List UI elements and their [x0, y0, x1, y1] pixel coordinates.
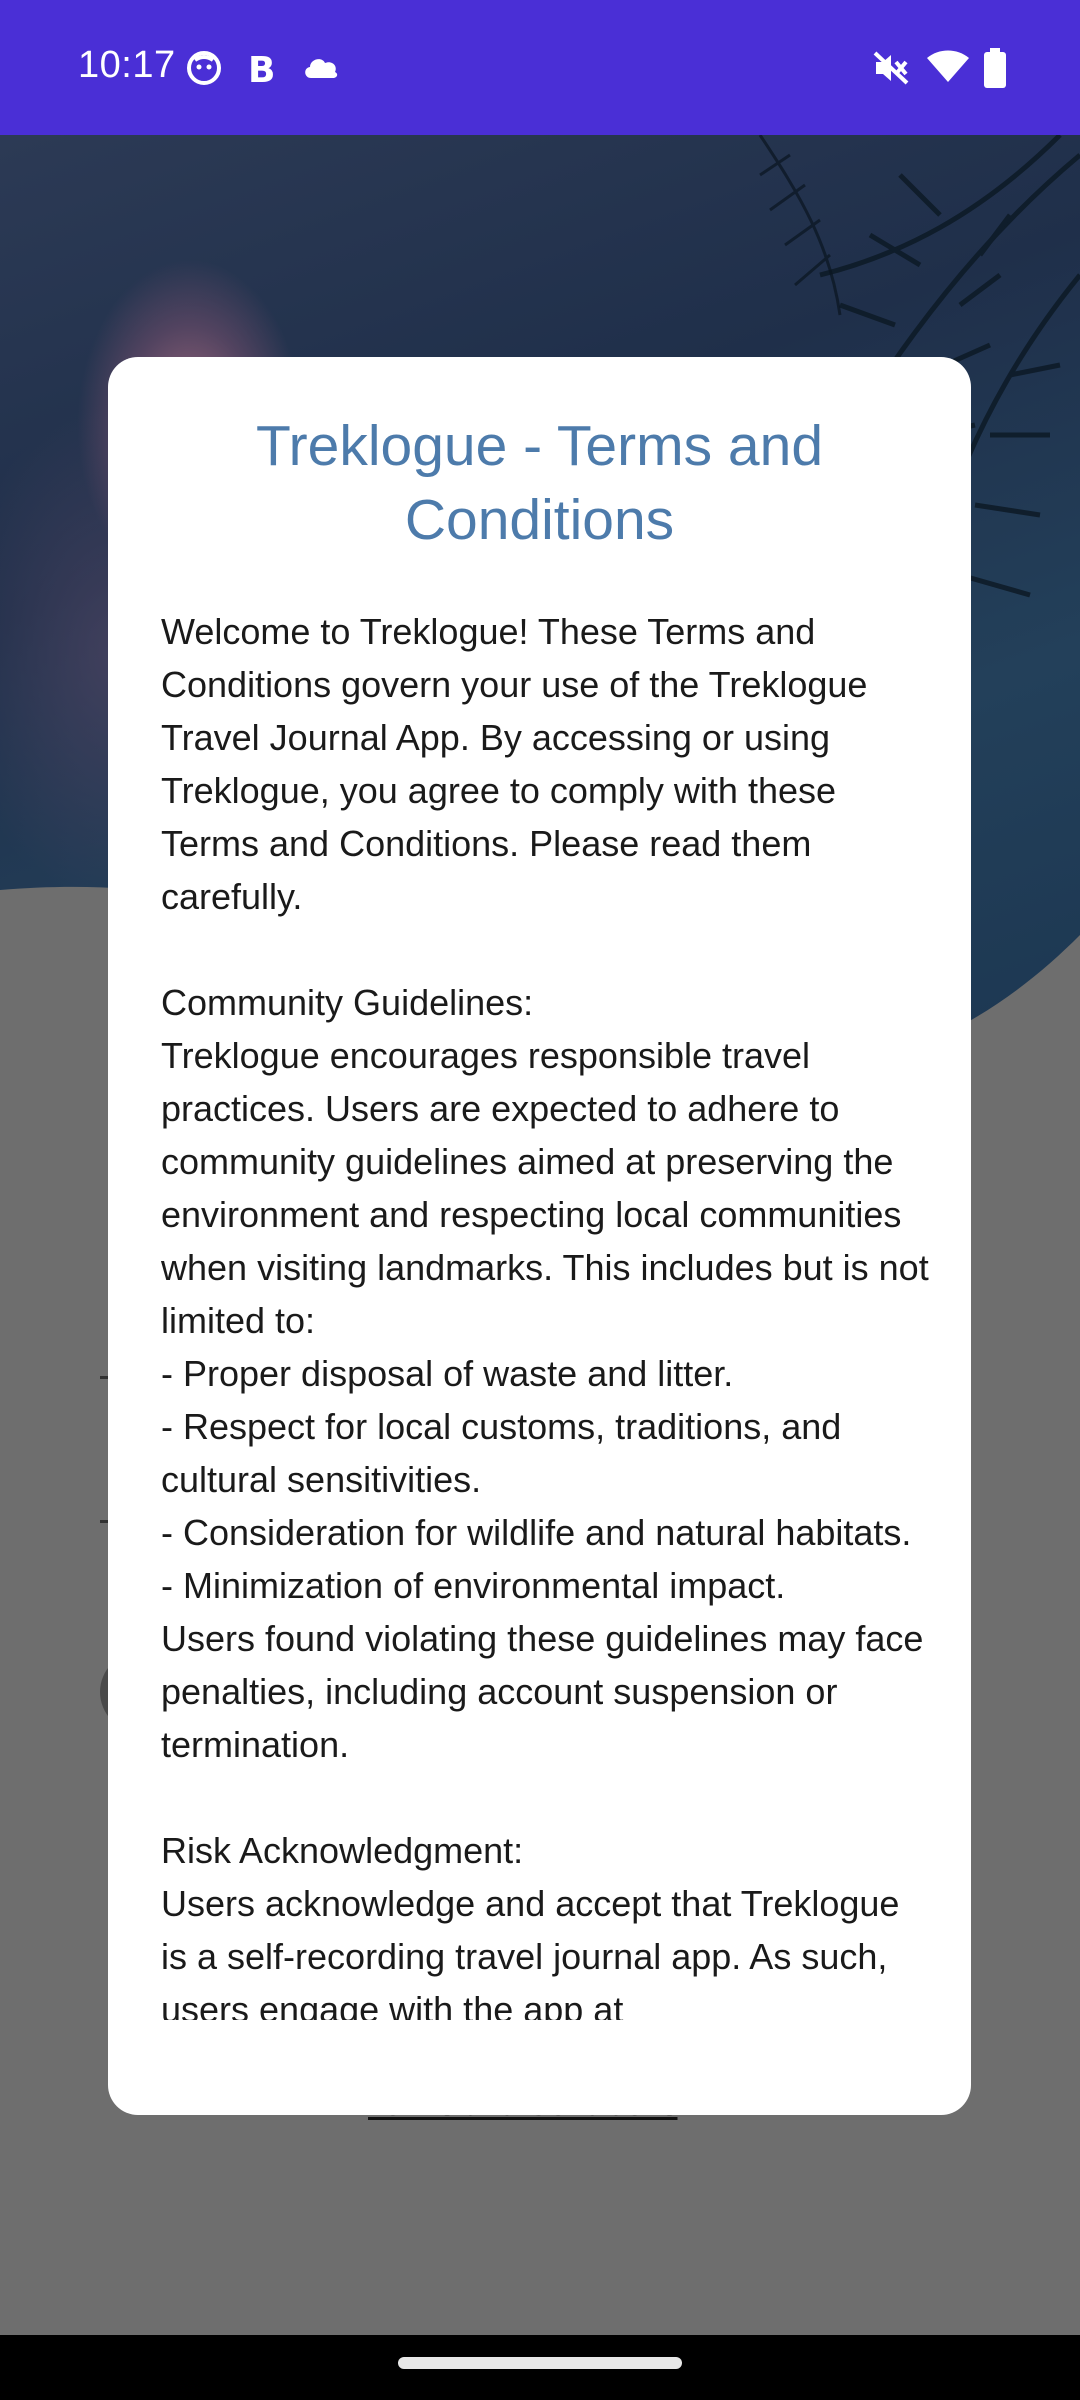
- face-icon: [186, 50, 222, 86]
- cloud-icon: [302, 54, 340, 80]
- svg-text:B: B: [248, 50, 275, 88]
- status-time: 10:17: [78, 44, 176, 86]
- home-indicator[interactable]: [398, 2357, 682, 2369]
- battery-icon: [984, 48, 1006, 88]
- dialog-scroll-area[interactable]: Welcome to Treklogue! These Terms and Co…: [161, 605, 931, 2020]
- dialog-title: Treklogue - Terms and Conditions: [255, 414, 824, 552]
- b-icon: B: [246, 48, 276, 88]
- navigation-bar: [0, 2335, 1080, 2400]
- muted-icon: [872, 50, 910, 86]
- wifi-icon: [926, 50, 970, 84]
- status-bar: 10:17 B: [0, 0, 1080, 135]
- terms-dialog: Treklogue - Terms and Conditions Welcome…: [108, 357, 971, 2115]
- terms-body-text: Welcome to Treklogue! These Terms and Co…: [161, 611, 929, 2020]
- screen: Terms and Conditions 10:17 B: [0, 0, 1080, 2400]
